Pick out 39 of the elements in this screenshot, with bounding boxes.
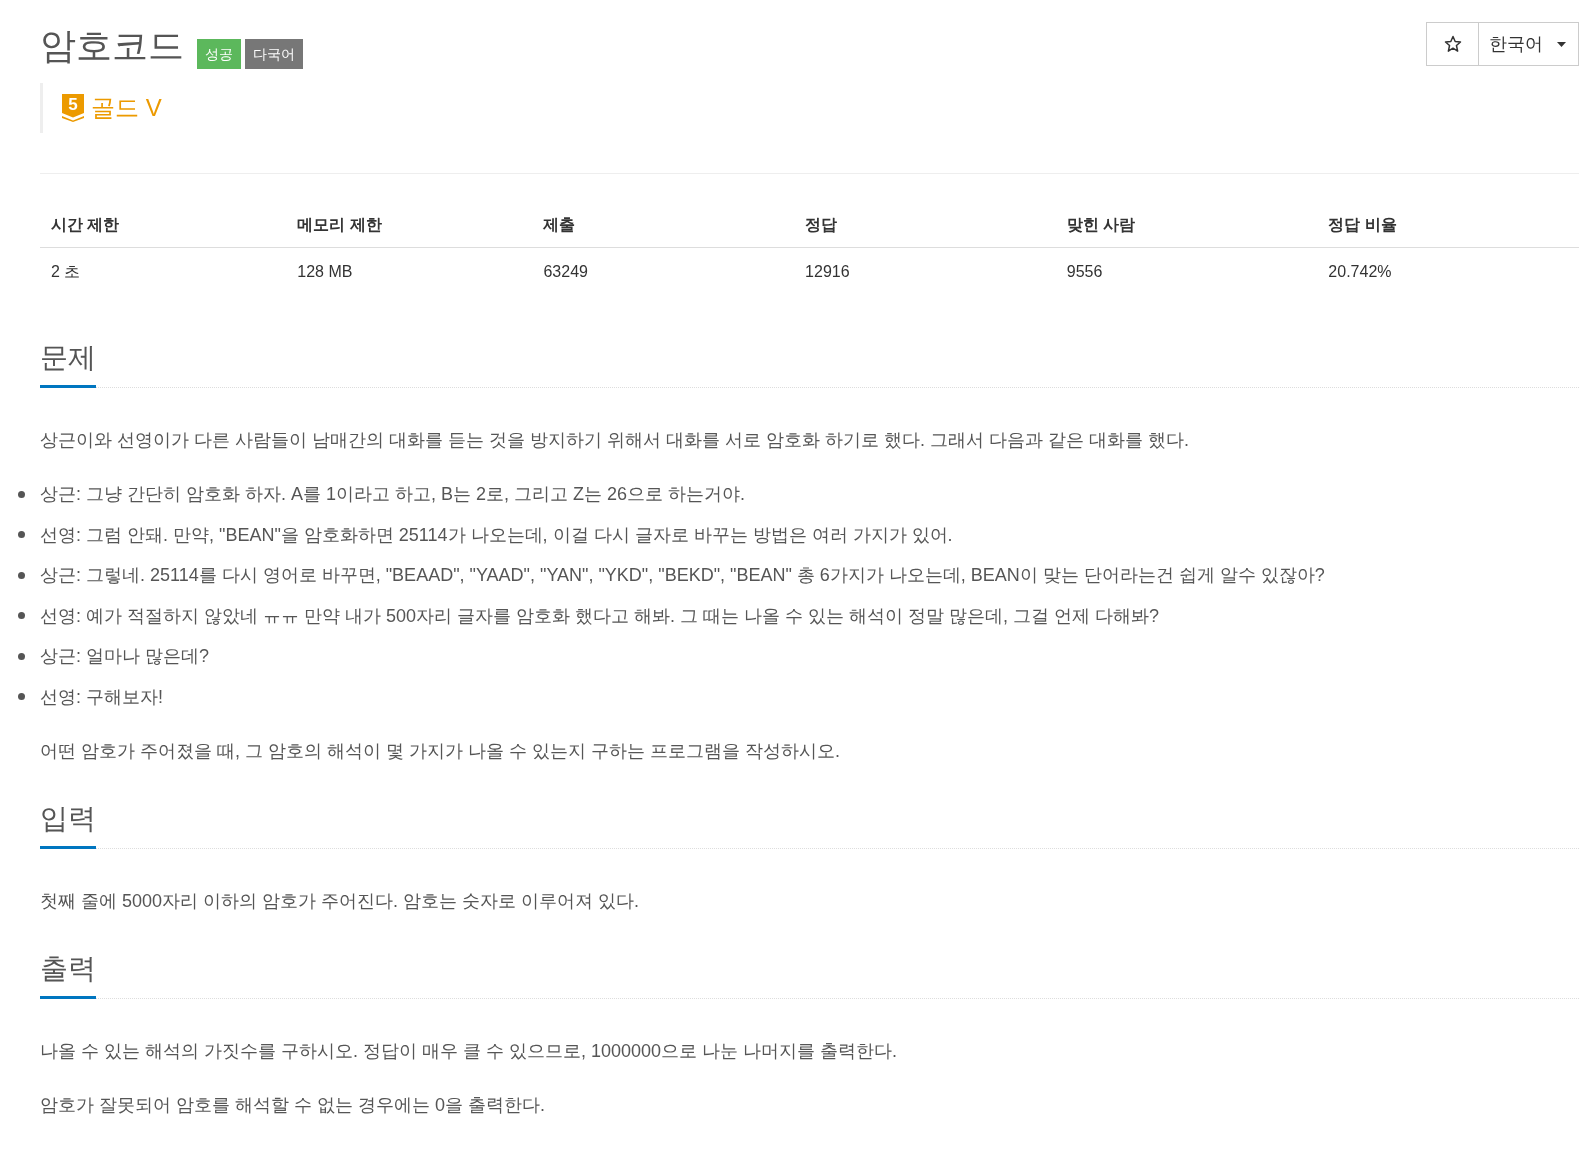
paragraph: 첫째 줄에 5000자리 이하의 암호가 주어진다. 암호는 숫자로 이루어져 있다. (40, 889, 641, 913)
column-header: 시간 제한 (40, 203, 287, 248)
bullet-icon (18, 531, 25, 539)
table-cell-text: 9556 (1065, 262, 1104, 282)
paragraph: 암호가 잘못되어 암호를 해석할 수 없는 경우에는 0을 출력한다. (40, 1093, 547, 1117)
problem-tag: 성공 (197, 39, 241, 69)
tier-label: 골드 V (91, 93, 162, 123)
list-item: 상근: 그냥 간단히 암호화 하자. A를 1이라고 하고, B는 2로, 그리고 Z는 26으로 하는거야. (40, 483, 746, 506)
column-header: 정답 (794, 203, 1056, 248)
language-dropdown[interactable]: 한국어 (1479, 22, 1579, 66)
problem-title: 암호코드 (40, 25, 184, 67)
paragraph: 나올 수 있는 해석의 가짓수를 구하시오. 정답이 매우 클 수 있으므로, 1000000으로 나눈 나머지를 출력한다. (40, 1039, 899, 1063)
section-heading: 문제 (40, 341, 96, 388)
bullet-icon (18, 612, 25, 620)
bullet-icon (18, 571, 25, 579)
paragraph: 상근이와 선영이가 다른 사람들이 남매간의 대화를 듣는 것을 방지하기 위해서 대화를 서로 암호화 하기로 했다. 그래서 다음과 같은 대화를 했다. (40, 429, 1191, 452)
list-item: 선영: 그럼 안돼. 만약, "BEAN"을 암호화하면 25114가 나오는데, 이걸 다시 글자로 바꾸는 방법은 여러 가지가 있어. (40, 523, 953, 547)
list-item: 상근: 그렇네. 25114를 다시 영어로 바꾸면, "BEAAD", "YAAD", "YAN", "YKD", "BEKD", "BEAN" 총 6가지가 나오는데, BEAN이 맞는 단어라는건 쉽게 알수 있잖아? (40, 564, 1325, 588)
problem-tag: 다국어 (245, 39, 303, 69)
column-header: 맞힌 사람 (1055, 203, 1318, 248)
bullet-icon (18, 693, 25, 701)
table-cell-text: 20.742% (1327, 262, 1393, 282)
paragraph: 어떤 암호가 주어졌을 때, 그 암호의 해석이 몇 가지가 나올 수 있는지 구하는 프로그램을 작성하시오. (40, 739, 841, 763)
bullet-icon (18, 652, 25, 660)
table-cell-text: 128 MB (296, 262, 354, 282)
table-cell-text: 12916 (804, 262, 851, 282)
table-cell-text: 2 초 (50, 262, 82, 282)
column-header: 메모리 제한 (286, 203, 533, 248)
section-heading: 출력 (40, 951, 96, 999)
list-item: 선영: 구해보자! (40, 685, 163, 709)
bullet-icon (18, 490, 25, 498)
table-cell-text: 63249 (542, 262, 589, 282)
section-heading: 입력 (40, 801, 96, 849)
star-button[interactable] (1426, 22, 1479, 66)
column-header: 제출 (532, 203, 795, 248)
list-item: 상근: 얼마나 많은데? (40, 645, 209, 669)
column-header: 정답 비율 (1317, 203, 1579, 248)
list-item: 선영: 예가 적절하지 않았네 ㅠㅠ 만약 내가 500자리 글자를 암호화 했다고 해봐. 그 때는 나올 수 있는 해석이 정말 많은데, 그걸 언제 다해봐? (40, 604, 1160, 628)
caret-icon (1557, 41, 1566, 47)
